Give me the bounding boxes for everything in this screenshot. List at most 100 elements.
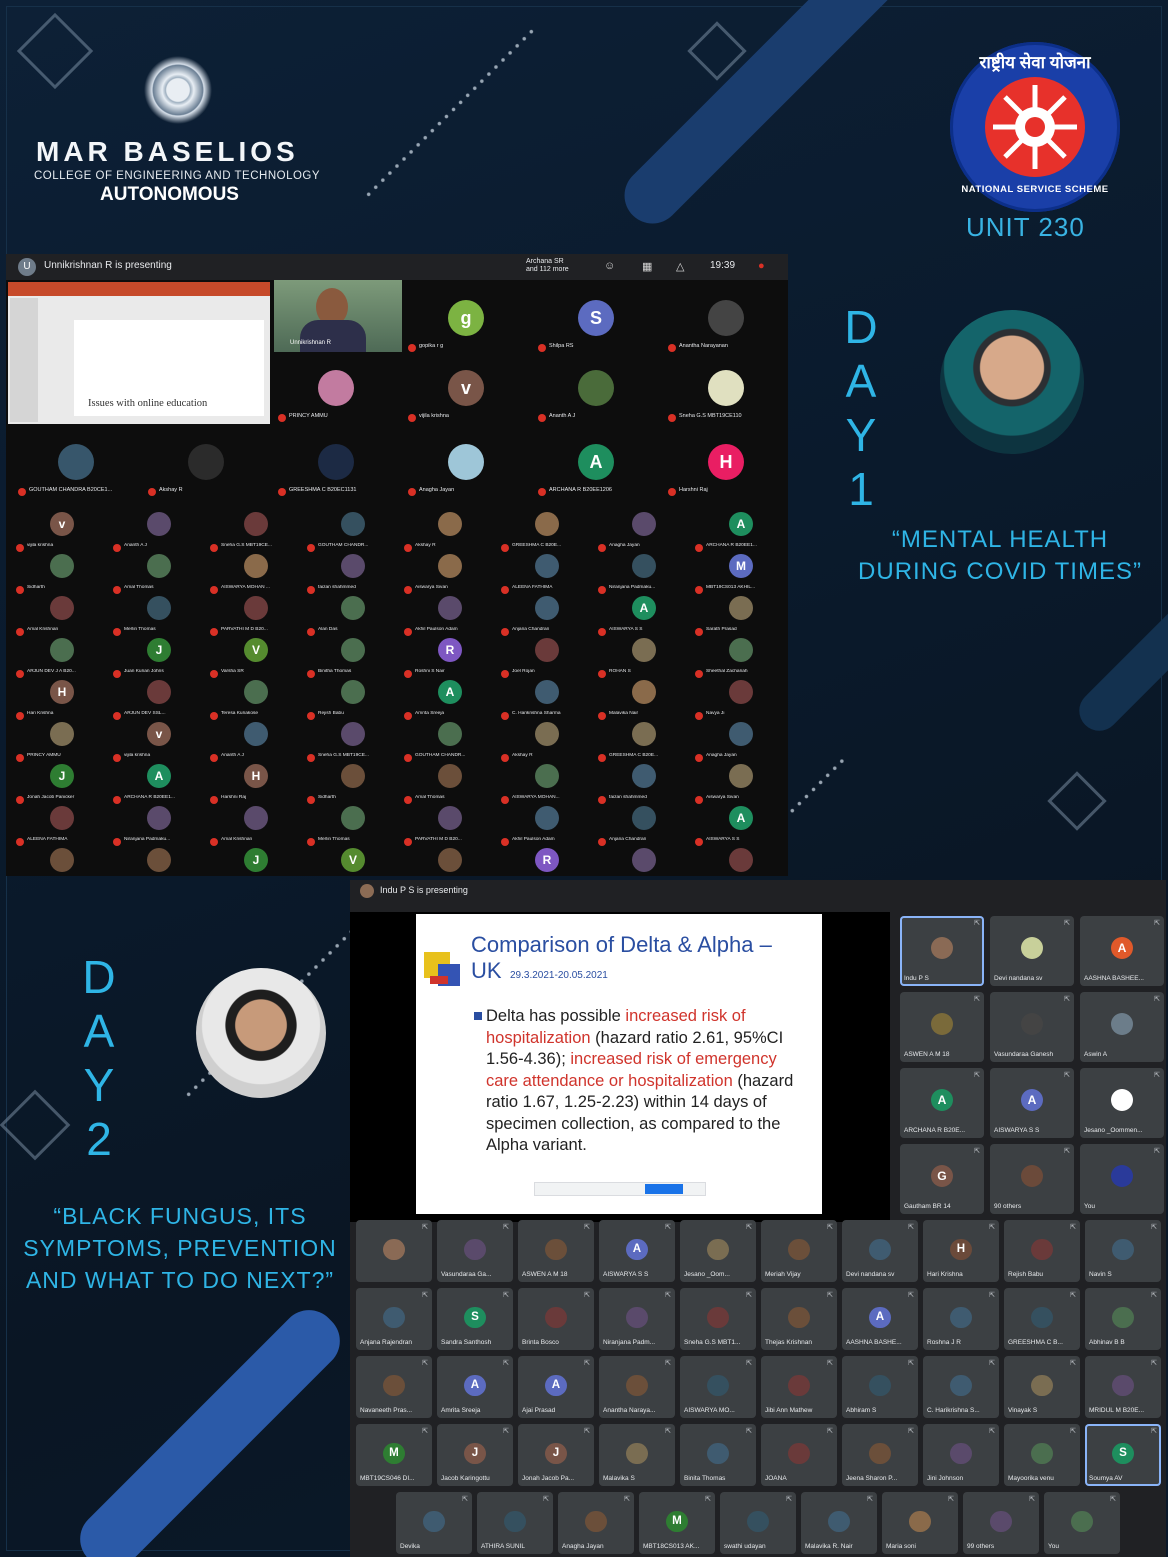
pin-icon[interactable]: ⇱ <box>746 1359 752 1367</box>
pin-icon[interactable]: ⇱ <box>746 1223 752 1231</box>
participant-tile[interactable]: ⇱ swathi udayan <box>720 1492 796 1554</box>
pin-icon[interactable]: ⇱ <box>974 1071 980 1079</box>
participant-tile[interactable]: A ⇱ Amrita Sreeja <box>437 1356 513 1418</box>
participant-tile[interactable]: ⇱ Malavika S <box>599 1424 675 1486</box>
participant-tile[interactable]: J Juan Kurian Johns <box>111 638 207 682</box>
participant-tile[interactable]: A ⇱ AISWARYA S S <box>990 1068 1074 1138</box>
participant-tile[interactable]: M ⇱ MBT19CS046 DI... <box>356 1424 432 1486</box>
pin-icon[interactable]: ⇱ <box>584 1427 590 1435</box>
participant-tile[interactable]: ⇱ Devi nandana sv <box>990 916 1074 986</box>
pin-icon[interactable]: ⇱ <box>1064 1071 1070 1079</box>
pin-icon[interactable]: ⇱ <box>705 1495 711 1503</box>
participant-tile[interactable]: J Jonah Jacob Panicker <box>14 764 110 808</box>
pin-icon[interactable]: ⇱ <box>1070 1291 1076 1299</box>
pin-icon[interactable]: ⇱ <box>665 1291 671 1299</box>
participant-tile[interactable]: Aiswarya Sivan <box>402 554 498 598</box>
participant-tile[interactable]: Anagha Jayan <box>596 512 692 556</box>
participant-tile[interactable]: Sarath Prasad <box>14 848 110 876</box>
participant-tile[interactable]: ALEENA FATHIMA <box>14 806 110 850</box>
pin-icon[interactable]: ⇱ <box>1151 1223 1157 1231</box>
participant-tile[interactable]: ⇱ Sneha G.S MBT1... <box>680 1288 756 1350</box>
participant-tile[interactable]: v vijila krishna <box>14 512 110 556</box>
participant-tile[interactable]: ⇱ Jini Johnson <box>923 1424 999 1486</box>
participant-tile[interactable]: Sarath Prasad <box>693 596 788 640</box>
participant-tile[interactable]: Joel Rojan <box>499 638 595 682</box>
participant-tile[interactable]: H Harshni Raj <box>666 444 786 500</box>
participant-tile[interactable]: Anantha Narayanan <box>666 300 786 356</box>
participant-tile[interactable]: Ananth A J <box>536 370 656 426</box>
pin-icon[interactable]: ⇱ <box>908 1359 914 1367</box>
participant-tile[interactable]: Aiswarya Sivan <box>693 764 788 808</box>
participant-tile[interactable]: Rejish Babu <box>305 680 401 724</box>
participant-tile[interactable]: Amal Krishnan <box>208 806 304 850</box>
participant-tile[interactable]: ⇱ 99 others <box>963 1492 1039 1554</box>
participant-tile[interactable]: ⇱ 90 others <box>990 1144 1074 1214</box>
pin-icon[interactable]: ⇱ <box>1064 919 1070 927</box>
participant-tile[interactable]: ⇱ Aswin A <box>1080 992 1164 1062</box>
people-icon[interactable]: ☺ <box>604 260 615 272</box>
participant-tile[interactable]: GREESHMA C B20EC1131 <box>276 444 396 500</box>
pin-icon[interactable]: ⇱ <box>1070 1427 1076 1435</box>
pin-icon[interactable]: ⇱ <box>974 1147 980 1155</box>
participant-tile[interactable]: S ⇱ Sandra Santhosh <box>437 1288 513 1350</box>
participant-tile[interactable]: GOUTHAM CHANDR... <box>402 722 498 766</box>
participant-tile[interactable]: Binitha Thomas <box>305 638 401 682</box>
participant-tile[interactable]: Ananth A J <box>111 512 207 556</box>
participant-tile[interactable]: J ⇱ Jonah Jacob Pa... <box>518 1424 594 1486</box>
participant-tile[interactable]: ⇱ Indu P S <box>900 916 984 986</box>
participant-tile[interactable]: GOUTHAM CHANDR... <box>305 512 401 556</box>
participant-tile[interactable]: VVarsha SR <box>305 848 401 876</box>
pin-icon[interactable]: ⇱ <box>1064 1147 1070 1155</box>
participant-tile[interactable]: ARJUN DEV J A B20... <box>111 848 207 876</box>
participant-tile[interactable]: ⇱ Abhinav B B <box>1085 1288 1161 1350</box>
participant-tile[interactable]: ⇱ Vasundaraa Ganesh <box>990 992 1074 1062</box>
pin-icon[interactable]: ⇱ <box>827 1359 833 1367</box>
participant-tile[interactable]: ⇱ Devi nandana sv <box>842 1220 918 1282</box>
participant-tile[interactable]: Sneha G.S MBT19CE110 <box>666 370 786 426</box>
participant-tile[interactable]: ⇱ <box>356 1220 432 1282</box>
participant-tile[interactable]: Sheethal Zachariah <box>693 638 788 682</box>
participant-tile[interactable]: ⇱ MRIDUL M B20E... <box>1085 1356 1161 1418</box>
participant-tile[interactable]: A ⇱ AISWARYA S S <box>599 1220 675 1282</box>
pin-icon[interactable]: ⇱ <box>665 1223 671 1231</box>
pin-icon[interactable]: ⇱ <box>827 1427 833 1435</box>
participant-tile[interactable]: H Hari Krishna <box>14 680 110 724</box>
participant-tile[interactable]: ⇱ Thejas Krishnan <box>761 1288 837 1350</box>
participant-tile[interactable]: ⇱ Jesano _Oom... <box>680 1220 756 1282</box>
participant-tile[interactable]: GREESHMA C B20E... <box>499 512 595 556</box>
stop-sharing-button[interactable] <box>645 1184 683 1194</box>
pin-icon[interactable]: ⇱ <box>974 919 980 927</box>
participant-tile[interactable]: ⇱ Roshna J R <box>923 1288 999 1350</box>
participant-tile[interactable]: GREESHMA C B20E... <box>596 722 692 766</box>
participant-tile[interactable]: Akshay R <box>499 722 595 766</box>
participant-tile[interactable]: PARVATHI M D B20... <box>208 596 304 640</box>
pin-icon[interactable]: ⇱ <box>989 1291 995 1299</box>
pin-icon[interactable]: ⇱ <box>1110 1495 1116 1503</box>
participant-tile[interactable]: ⇱ Anjana Rajendran <box>356 1288 432 1350</box>
pin-icon[interactable]: ⇱ <box>908 1291 914 1299</box>
participant-tile[interactable]: ⇱ Anagha Jayan <box>558 1492 634 1554</box>
participant-tile[interactable]: ⇱ Mayoorika venu <box>1004 1424 1080 1486</box>
participant-tile[interactable]: A AISWARYA S S <box>693 806 788 850</box>
pin-icon[interactable]: ⇱ <box>1151 1427 1157 1435</box>
participant-tile[interactable]: A ⇱ ARCHANA R B20E... <box>900 1068 984 1138</box>
pin-icon[interactable]: ⇱ <box>422 1223 428 1231</box>
participant-tile[interactable]: RRoshni S Nair <box>499 848 595 876</box>
participant-tile[interactable]: Amal Thomas <box>402 764 498 808</box>
participant-tile[interactable]: ⇱ Brinta Bosco <box>518 1288 594 1350</box>
participant-tile[interactable]: ⇱ You <box>1080 1144 1164 1214</box>
participant-tile[interactable]: faizan shahmmed <box>305 554 401 598</box>
pin-icon[interactable]: ⇱ <box>1154 1147 1160 1155</box>
chat-icon[interactable]: ▦ <box>642 260 652 273</box>
participant-tile[interactable]: ALEENA FATHIMA <box>499 554 595 598</box>
participant-tile[interactable]: Sidharth <box>305 764 401 808</box>
pin-icon[interactable]: ⇱ <box>1154 1071 1160 1079</box>
participant-tile[interactable]: ⇱ ATHIRA SUNIL <box>477 1492 553 1554</box>
presenter-video[interactable]: Unnikrishnan R <box>274 280 402 352</box>
pin-icon[interactable]: ⇱ <box>624 1495 630 1503</box>
participant-tile[interactable]: A AISWARYA S S <box>596 596 692 640</box>
participant-tile[interactable]: G ⇱ Gautham BR 14 <box>900 1144 984 1214</box>
participant-tile[interactable]: PRINCY AMMU <box>276 370 396 426</box>
participant-tile[interactable]: ARJUN DEV J A B20... <box>14 638 110 682</box>
participant-tile[interactable]: Binitha Thomas <box>402 848 498 876</box>
